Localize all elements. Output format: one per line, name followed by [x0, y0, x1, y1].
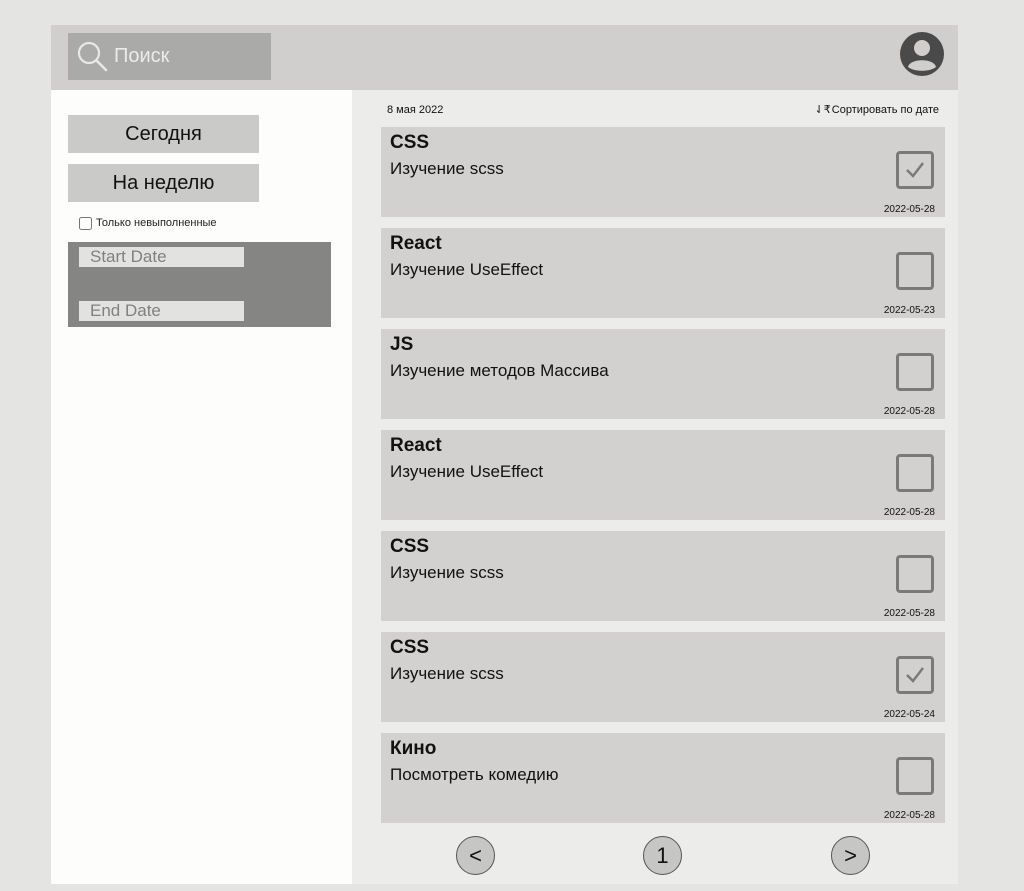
task-description: Изучение scss — [390, 664, 504, 683]
task-done-checkbox[interactable] — [896, 555, 934, 593]
task-description: Изучение UseEffect — [390, 260, 544, 279]
task-card: CSS Изучение scss 2022-05-24 — [381, 632, 945, 722]
week-button[interactable]: На неделю — [68, 164, 259, 202]
date-range-panel — [68, 242, 331, 327]
user-avatar-icon[interactable] — [900, 32, 944, 76]
task-date: 2022-05-28 — [883, 608, 935, 619]
only-incomplete-filter[interactable]: Только невыполненные — [79, 216, 217, 230]
prev-page-button[interactable]: < — [456, 836, 495, 875]
task-card: React Изучение UseEffect 2022-05-23 — [381, 228, 945, 318]
task-card: Кино Посмотреть комедию 2022-05-28 — [381, 733, 945, 823]
task-card: JS Изучение методов Массива 2022-05-28 — [381, 329, 945, 419]
task-date: 2022-05-23 — [883, 305, 935, 316]
task-date: 2022-05-28 — [883, 204, 935, 215]
task-done-checkbox[interactable] — [896, 656, 934, 694]
task-description: Изучение scss — [390, 563, 504, 582]
task-panel: 8 мая 2022 ⇃₹ Сортировать по дате CSS Из… — [352, 90, 958, 884]
checkmark-icon — [906, 162, 924, 178]
today-button[interactable]: Сегодня — [68, 115, 259, 153]
task-done-checkbox[interactable] — [896, 757, 934, 795]
task-title: Кино — [390, 738, 437, 759]
sidebar: Сегодня На неделю Только невыполненные — [51, 90, 352, 884]
task-date: 2022-05-28 — [883, 406, 935, 417]
task-date: 2022-05-28 — [883, 810, 935, 821]
task-title: CSS — [390, 536, 430, 557]
task-title: React — [390, 233, 442, 254]
task-title: CSS — [390, 637, 430, 658]
search-input[interactable] — [114, 43, 264, 69]
task-description: Изучение scss — [390, 159, 504, 178]
task-card: CSS Изучение scss 2022-05-28 — [381, 127, 945, 217]
task-card: React Изучение UseEffect 2022-05-28 — [381, 430, 945, 520]
start-date-input[interactable] — [79, 247, 244, 267]
task-done-checkbox[interactable] — [896, 252, 934, 290]
task-title: CSS — [390, 132, 430, 153]
search-box[interactable] — [68, 33, 271, 80]
task-description: Посмотреть комедию — [390, 765, 559, 784]
task-title: JS — [390, 334, 414, 355]
task-done-checkbox[interactable] — [896, 151, 934, 189]
task-card: CSS Изучение scss 2022-05-28 — [381, 531, 945, 621]
next-page-button[interactable]: > — [831, 836, 870, 875]
task-description: Изучение UseEffect — [390, 462, 544, 481]
sort-icon: ⇃₹ — [814, 104, 831, 116]
only-incomplete-checkbox[interactable] — [79, 216, 92, 230]
task-list: CSS Изучение scss 2022-05-28 React Изуче… — [381, 127, 945, 834]
task-done-checkbox[interactable] — [896, 454, 934, 492]
current-date-heading: 8 мая 2022 — [387, 104, 444, 116]
search-icon — [77, 41, 108, 72]
end-date-input[interactable] — [79, 301, 244, 321]
task-title: React — [390, 435, 442, 456]
header — [51, 25, 958, 90]
sort-by-date-button[interactable]: ⇃₹ Сортировать по дате — [814, 103, 939, 117]
only-incomplete-label: Только невыполненные — [96, 217, 217, 229]
task-date: 2022-05-28 — [883, 507, 935, 518]
checkmark-icon — [906, 667, 924, 683]
sort-label: Сортировать по дате — [831, 103, 939, 116]
task-done-checkbox[interactable] — [896, 353, 934, 391]
app-window: Сегодня На неделю Только невыполненные 8… — [51, 25, 958, 884]
page-number-button[interactable]: 1 — [643, 836, 682, 875]
task-date: 2022-05-24 — [883, 709, 935, 720]
task-description: Изучение методов Массива — [390, 361, 609, 380]
